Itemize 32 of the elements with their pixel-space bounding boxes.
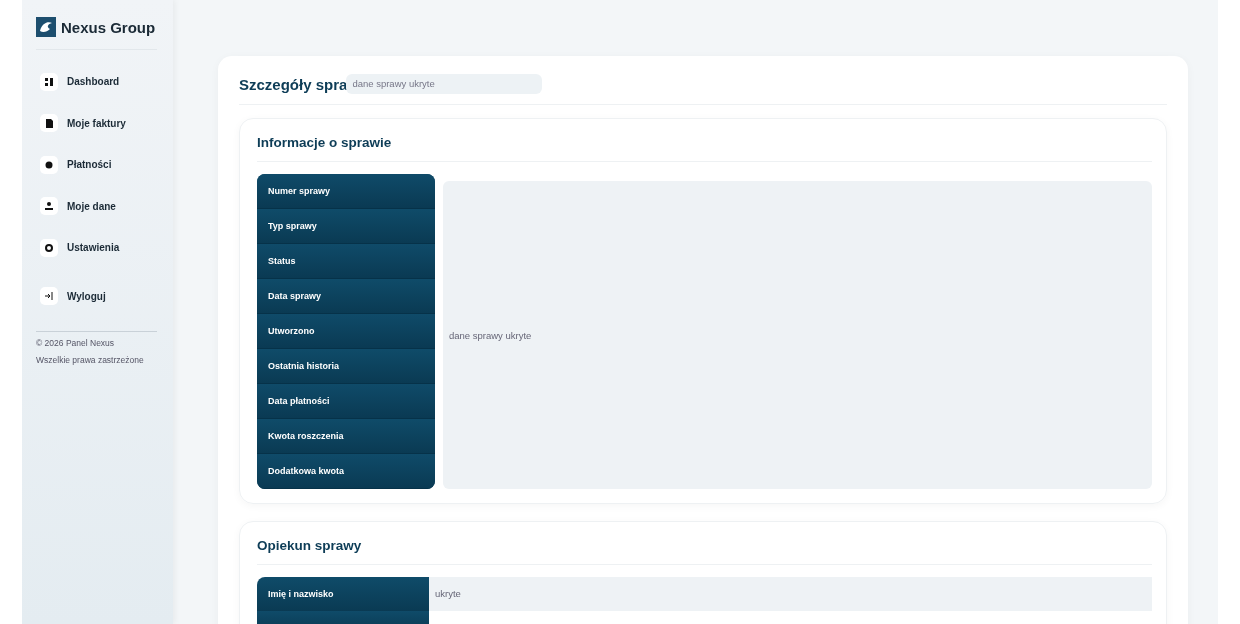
hidden-data-field: dane sprawy ukryte <box>346 74 543 94</box>
sidebar-item[interactable]: Wyloguj <box>36 275 157 317</box>
grid-icon <box>45 77 53 86</box>
sidebar-item[interactable]: Dashboard <box>36 61 157 103</box>
field-label: Typ sprawy <box>257 209 435 244</box>
field-label: Utworzono <box>257 314 435 349</box>
field-label: Data płatności <box>257 384 435 419</box>
field-value: ukryte <box>429 577 1152 611</box>
sidebar-item[interactable]: Moje faktury <box>36 102 157 144</box>
logo-icon <box>36 17 56 37</box>
footer-text: © 2026 Panel Nexus <box>36 337 116 350</box>
logout-icon <box>45 292 53 301</box>
sidebar-item[interactable]: Ustawienia <box>36 227 157 269</box>
field-label: Ostatnia historia <box>257 349 435 384</box>
field-label: Data sprawy <box>257 279 435 314</box>
document-icon <box>45 118 53 128</box>
value-text: dane sprawy ukryte <box>449 329 532 341</box>
field-label: Numer sprawy <box>257 174 435 209</box>
coin-icon <box>45 160 53 169</box>
field-label: Imię i nazwisko <box>257 577 429 611</box>
page-title: Szczegóły spra <box>239 75 348 93</box>
field-label: Dodatkowa kwota <box>257 454 435 489</box>
field-label: Status <box>257 244 435 279</box>
section-title: Opiekun sprawy <box>257 538 1152 565</box>
field-label: Kwota roszczenia <box>257 419 435 454</box>
footer-text: Wszelkie prawa zastrzeżone <box>36 354 145 367</box>
settings-icon <box>45 243 53 252</box>
sidebar-item[interactable]: Moje dane <box>36 185 157 227</box>
brand-name: Nexus Group <box>61 18 156 36</box>
sidebar-item[interactable]: Płatności <box>36 144 157 186</box>
user-icon <box>45 202 53 211</box>
section-title: Informacje o sprawie <box>257 135 1152 162</box>
